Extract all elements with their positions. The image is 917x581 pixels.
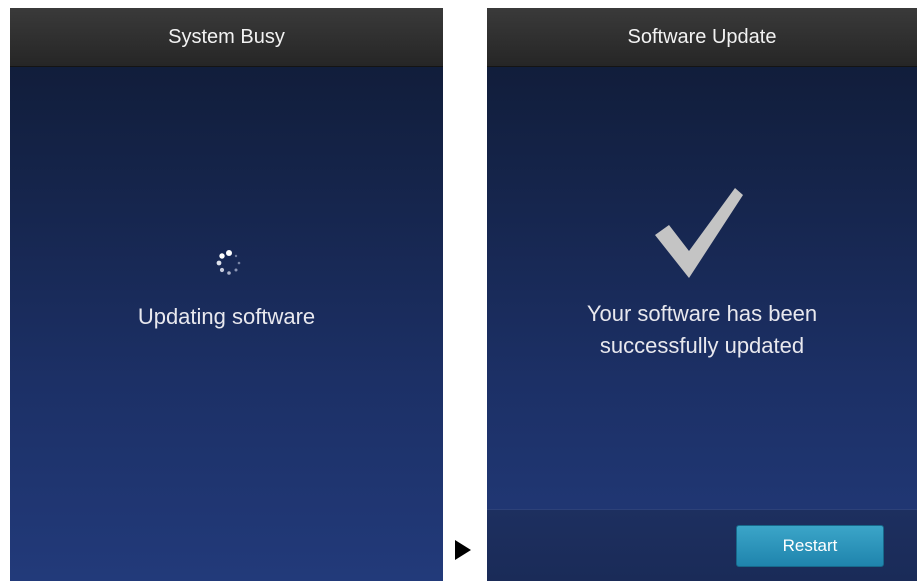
checkmark-icon [647,183,747,283]
software-update-screen: Software Update Your software has been s… [487,8,917,581]
screen-title: System Busy [168,26,285,48]
system-busy-screen: System Busy Updating software [10,8,443,581]
success-message: Your software has been successfully upda… [487,298,917,362]
play-arrow-icon [455,540,471,560]
success-message-line-1: Your software has been [586,301,818,326]
spinner-icon [215,249,243,277]
action-bar: Restart [487,509,917,581]
updating-message: Updating software [137,304,316,329]
success-message-line-2: successfully updated [599,333,805,358]
title-bar: System Busy [10,8,443,67]
restart-button[interactable]: Restart [736,525,884,567]
title-bar: Software Update [487,8,917,67]
screen-title: Software Update [627,26,777,48]
